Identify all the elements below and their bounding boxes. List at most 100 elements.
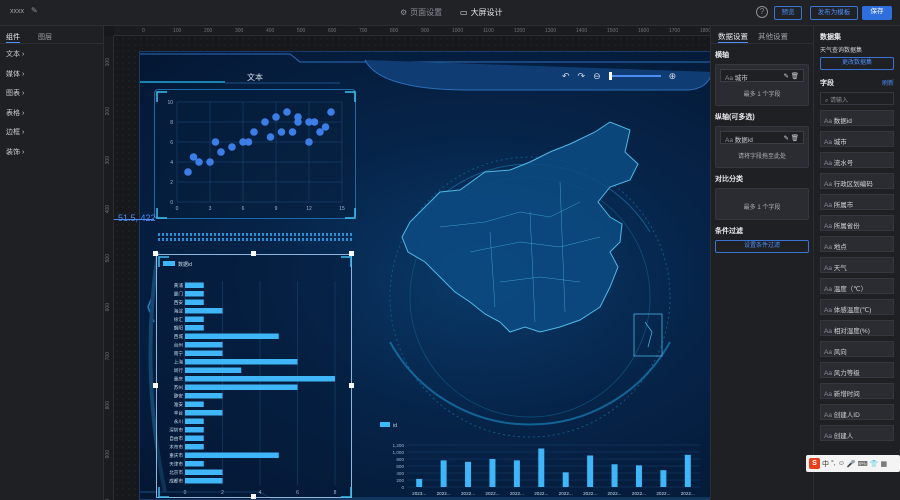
y-tick-label: 10 — [167, 100, 173, 106]
field-item[interactable]: Aa 城市 — [820, 131, 894, 147]
tab-page-settings[interactable]: ⚙ 页面设置 — [400, 7, 442, 18]
bar — [489, 459, 496, 487]
hbar-card[interactable]: 数据id 0 2 4 6 8 黄浦 厦门 西安 海淀 徐汇 朝阳 西城 台州 南宁 上海 闵行 重庆 苏州 静安 淮安丰… — [156, 254, 352, 498]
redo-icon[interactable]: ↷ — [578, 71, 586, 82]
field-item[interactable]: Aa 创建人 — [820, 425, 894, 441]
resize-handle[interactable] — [153, 383, 158, 388]
tab-other-settings[interactable]: 其他设置 — [758, 31, 788, 43]
x-axis-dropzone[interactable]: Aa 城市 ✎ 🗑 最多 1 个字段 — [715, 64, 809, 106]
field-item[interactable]: Aa 温度（℃） — [820, 278, 894, 294]
tab-screen-design[interactable]: ▭ 大屏设计 — [460, 7, 503, 18]
save-button[interactable]: 保存 — [862, 6, 892, 20]
resize-handle[interactable] — [349, 251, 354, 256]
emoji-icon[interactable]: ☺ — [838, 460, 845, 467]
resize-handle[interactable] — [153, 251, 158, 256]
resize-handle[interactable] — [251, 494, 256, 499]
resize-handle[interactable] — [251, 251, 256, 256]
scatter-point — [184, 168, 192, 176]
y-tick-label: 400 — [396, 471, 404, 476]
field-chip[interactable]: Aa 数据id ✎ 🗑 — [720, 131, 804, 144]
tab-data-settings[interactable]: 数据设置 — [718, 31, 748, 43]
design-canvas[interactable]: 0 100 200 300 400 500 600 700 800 900 1000 1100 1200… — [104, 26, 711, 500]
ruler-tick: 1700 — [669, 28, 681, 34]
tab-layers[interactable]: 图层 — [38, 32, 52, 43]
zoom-in-icon[interactable]: ⊕ — [669, 71, 677, 82]
field-item[interactable]: Aa 所属市 — [820, 194, 894, 210]
text-type-icon: Aa — [824, 202, 834, 209]
zoom-slider-handle[interactable] — [608, 72, 612, 80]
big-screen[interactable]: ↶ ↷ ⊖ ⊕ 文本 0 3 6 9 12 15 0 2 4 6 8 10 数据id 0 2 4 6 8 黄浦 厦门… — [139, 51, 711, 500]
edit-icon[interactable]: ✎ — [783, 135, 788, 142]
bar — [185, 308, 223, 314]
menu-icon[interactable]: ▦ — [880, 460, 887, 468]
bar — [185, 427, 204, 433]
field-item[interactable]: Aa 风力等级 — [820, 362, 894, 378]
y-tick-label: 1,000 — [393, 450, 405, 455]
undo-icon[interactable]: ↶ — [562, 71, 570, 82]
field-item[interactable]: Aa 天气 — [820, 257, 894, 273]
punctuation-icon[interactable]: °, — [831, 460, 836, 467]
ruler-tick: 900 — [105, 450, 111, 459]
field-chip[interactable]: Aa 城市 ✎ 🗑 — [720, 69, 804, 82]
ime-toolbar[interactable]: S 中 °, ☺ 🎤 ⌨ 👕 ▦ — [806, 455, 900, 472]
ime-mode-label[interactable]: 中 — [822, 459, 829, 469]
bar — [185, 299, 204, 305]
publish-template-button[interactable]: 发布为模板 — [810, 6, 858, 20]
edit-icon[interactable]: ✎ — [31, 6, 38, 15]
field-search-input[interactable]: ⌕ 请输入 — [820, 92, 894, 105]
x-tick-label: 2 — [221, 490, 224, 496]
category-label: 重庆市 — [169, 452, 183, 459]
scatter-card[interactable]: 0 3 6 9 12 15 0 2 4 6 8 10 — [154, 89, 356, 219]
field-item[interactable]: Aa 地点 — [820, 236, 894, 252]
field-item[interactable]: Aa 新增时间 — [820, 383, 894, 399]
microphone-icon[interactable]: 🎤 — [847, 460, 856, 468]
y-axis-dropzone[interactable]: Aa 数据id ✎ 🗑 请将字段拖至此处 — [715, 126, 809, 168]
refresh-link[interactable]: 刷新 — [882, 78, 894, 88]
scatter-point — [250, 128, 258, 136]
ruler-tick: 800 — [105, 401, 111, 410]
field-item[interactable]: Aa 数据id — [820, 110, 894, 126]
zoom-out-icon[interactable]: ⊖ — [593, 71, 601, 82]
change-dataset-button[interactable]: 更改数据集 — [820, 57, 894, 70]
delete-icon[interactable]: 🗑 — [791, 135, 799, 142]
edit-icon[interactable]: ✎ — [783, 73, 788, 80]
scatter-point — [244, 138, 253, 146]
text-widget[interactable]: 文本 — [247, 72, 263, 83]
zoom-slider[interactable] — [608, 72, 661, 80]
filter-button[interactable]: 设置条件过滤 — [715, 240, 809, 253]
field-item[interactable]: Aa 流水号 — [820, 152, 894, 168]
legend-label: id — [393, 423, 397, 429]
component-category[interactable]: 表格 › — [0, 103, 103, 123]
vbar-card[interactable]: id 0 200 400 600 800 1,000 1,200 2023... 2022... 2… — [375, 412, 705, 499]
ruler-tick: 1000 — [452, 28, 464, 34]
x-tick-label: 6 — [296, 490, 299, 496]
skin-icon[interactable]: 👕 — [870, 460, 879, 468]
resize-handle[interactable] — [349, 383, 354, 388]
bar — [185, 359, 298, 365]
y-tick-label: 4 — [170, 160, 173, 166]
field-item[interactable]: Aa 相对湿度(%) — [820, 320, 894, 336]
text-type-icon: Aa — [824, 328, 834, 335]
preview-button[interactable]: 预览 — [774, 6, 802, 20]
help-icon[interactable]: ? — [756, 6, 768, 18]
component-category[interactable]: 媒体 › — [0, 64, 103, 84]
section-title: 对比分类 — [715, 176, 743, 183]
compare-dropzone[interactable]: 最多 1 个字段 — [715, 188, 809, 220]
field-item[interactable]: Aa 风向 — [820, 341, 894, 357]
field-item[interactable]: Aa 行政区划编码 — [820, 173, 894, 189]
keyboard-icon[interactable]: ⌨ — [858, 460, 868, 468]
category-label: 2023... — [412, 491, 426, 496]
delete-icon[interactable]: 🗑 — [791, 73, 799, 80]
field-item[interactable]: Aa 创建人ID — [820, 404, 894, 420]
component-category[interactable]: 装饰 › — [0, 142, 103, 162]
component-category[interactable]: 文本 › — [0, 44, 103, 64]
vertical-ruler: 1002003004005006007008009001000 — [104, 36, 114, 500]
sogou-icon[interactable]: S — [809, 458, 820, 469]
tab-components[interactable]: 组件 — [6, 32, 20, 43]
component-category[interactable]: 边框 › — [0, 122, 103, 142]
field-item[interactable]: Aa 体感温度(℃) — [820, 299, 894, 315]
field-item[interactable]: Aa 所属省份 — [820, 215, 894, 231]
component-category[interactable]: 图表 › — [0, 83, 103, 103]
scatter-point — [189, 153, 198, 161]
x-tick-label: 9 — [275, 206, 278, 212]
